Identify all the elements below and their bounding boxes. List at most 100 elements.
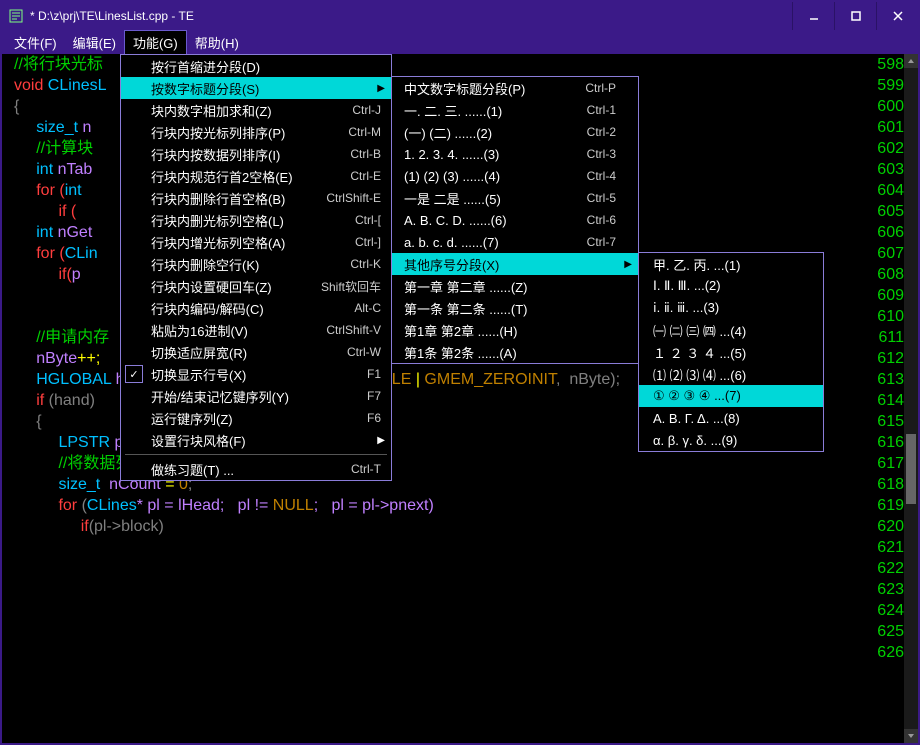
menu-item-label: 运行键序列(Z) — [151, 409, 337, 428]
menu-item[interactable]: 切换适应屏宽(R)Ctrl-W — [121, 341, 391, 363]
line-number: 606 — [864, 222, 904, 243]
menu-item[interactable]: 做练习题(T) ...Ctrl-T — [121, 458, 391, 480]
menu-item-label: １ ２ ３ ４ ...(5) — [653, 343, 809, 362]
menu-edit[interactable]: 编辑(E) — [65, 31, 124, 54]
menu-item[interactable]: 行块内增光标列空格(A)Ctrl-] — [121, 231, 391, 253]
line-number: 617 — [864, 453, 904, 474]
menu-item-label: 行块内按数据列排序(I) — [151, 145, 320, 164]
menu-item[interactable]: １ ２ ３ ４ ...(5) — [639, 341, 823, 363]
line-number: 624 — [864, 600, 904, 621]
menu-bar: 文件(F) 编辑(E) 功能(G) 帮助(H) — [2, 30, 918, 54]
menu-item[interactable]: Ⅰ. Ⅱ. Ⅲ. ...(2) — [639, 275, 823, 297]
menu-item[interactable]: Α. Β. Γ. Δ. ...(8) — [639, 407, 823, 429]
menu-item[interactable]: (一) (二) ......(2)Ctrl-2 — [392, 121, 638, 143]
menu-item[interactable]: 块内数字相加求和(Z)Ctrl-J — [121, 99, 391, 121]
menu-item[interactable]: (1) (2) (3) ......(4)Ctrl-4 — [392, 165, 638, 187]
menu-item[interactable]: 行块内删除行首空格(B)CtrlShift-E — [121, 187, 391, 209]
line-number: 626 — [864, 642, 904, 663]
menu-item-label: 其他序号分段(X) — [404, 255, 586, 274]
menu-file[interactable]: 文件(F) — [6, 31, 65, 54]
menu-item[interactable]: 开始/结束记忆键序列(Y)F7 — [121, 385, 391, 407]
close-button[interactable] — [876, 2, 918, 30]
menu-item[interactable]: a. b. c. d. ......(7)Ctrl-7 — [392, 231, 638, 253]
maximize-button[interactable] — [834, 2, 876, 30]
app-icon — [8, 8, 24, 24]
line-number: 615 — [864, 411, 904, 432]
menu-item[interactable]: 一是 二是 ......(5)Ctrl-5 — [392, 187, 638, 209]
menu-item[interactable]: 行块内设置硬回车(Z)Shift软回车 — [121, 275, 391, 297]
menu-item-label: 行块内编码/解码(C) — [151, 299, 324, 318]
line-number: 613 — [864, 369, 904, 390]
menu-item-hotkey: Ctrl-3 — [587, 147, 616, 161]
menu-item-label: Ⅰ. Ⅱ. Ⅲ. ...(2) — [653, 278, 809, 294]
menu-item[interactable]: 设置行块风格(F)▶ — [121, 429, 391, 451]
menu-item[interactable]: ① ② ③ ④ ...(7) — [639, 385, 823, 407]
menu-item[interactable]: 行块内删光标列空格(L) Ctrl-[ — [121, 209, 391, 231]
menu-item[interactable]: 行块内按数据列排序(I) Ctrl-B — [121, 143, 391, 165]
scroll-up-icon[interactable] — [904, 54, 918, 68]
window-title: * D:\z\prj\TE\LinesList.cpp - TE — [30, 9, 792, 23]
menu-item[interactable]: 按行首缩进分段(D) — [121, 55, 391, 77]
menu-item-hotkey: CtrlShift-V — [326, 323, 381, 337]
menu-function[interactable]: 功能(G) — [124, 30, 187, 54]
menu-item-label: Α. Β. Γ. Δ. ...(8) — [653, 411, 809, 426]
menu-item-label: 按数字标题分段(S) — [151, 79, 351, 98]
menu-item-hotkey: CtrlShift-E — [326, 191, 381, 205]
title-bar[interactable]: * D:\z\prj\TE\LinesList.cpp - TE — [2, 2, 918, 30]
menu-item[interactable]: 粘贴为16进制(V)CtrlShift-V — [121, 319, 391, 341]
menu-item[interactable]: 行块内规范行首2空格(E)Ctrl-E — [121, 165, 391, 187]
menu-item-label: 一是 二是 ......(5) — [404, 189, 557, 208]
line-number-gutter: 5985996006016026036046056066076086096106… — [864, 54, 904, 663]
menu-item[interactable]: ⑴ ⑵ ⑶ ⑷ ...(6) — [639, 363, 823, 385]
menu-item-hotkey: Ctrl-[ — [355, 213, 381, 227]
menu-item[interactable]: 第1章 第2章 ......(H) — [392, 319, 638, 341]
line-number: 604 — [864, 180, 904, 201]
scroll-thumb[interactable] — [906, 434, 916, 504]
line-number: 610 — [864, 306, 904, 327]
line-number: 614 — [864, 390, 904, 411]
menu-item[interactable]: 中文数字标题分段(P)Ctrl-P — [392, 77, 638, 99]
menu-help[interactable]: 帮助(H) — [187, 31, 247, 54]
menu-item-label: 行块内删光标列空格(L) — [151, 211, 325, 230]
menu-item-hotkey: Ctrl-M — [348, 125, 381, 139]
menu-item[interactable]: 第一章 第二章 ......(Z) — [392, 275, 638, 297]
line-number: 607 — [864, 243, 904, 264]
line-number: 598 — [864, 54, 904, 75]
line-number: 601 — [864, 117, 904, 138]
menu-item[interactable]: 其他序号分段(X)▶ — [392, 253, 638, 275]
menu-item[interactable]: 第1条 第2条 ......(A) — [392, 341, 638, 363]
menu-item[interactable]: 按数字标题分段(S)▶ — [121, 77, 391, 99]
app-window: * D:\z\prj\TE\LinesList.cpp - TE 文件(F) 编… — [0, 0, 920, 745]
line-number: 600 — [864, 96, 904, 117]
menu-item-label: 开始/结束记忆键序列(Y) — [151, 387, 337, 406]
menu-item-hotkey: Ctrl-] — [355, 235, 381, 249]
menu-item[interactable]: ✓切换显示行号(X)F1 — [121, 363, 391, 385]
menu-item[interactable]: 行块内编码/解码(C) Alt-C — [121, 297, 391, 319]
menu-item[interactable]: 行块内删除空行(K)Ctrl-K — [121, 253, 391, 275]
menu-item[interactable]: A. B. C. D. ......(6)Ctrl-6 — [392, 209, 638, 231]
menu-item[interactable]: 运行键序列(Z)F6 — [121, 407, 391, 429]
vertical-scrollbar[interactable] — [904, 54, 918, 743]
menu-item-label: 行块内按光标列排序(P) — [151, 123, 318, 142]
menu-item[interactable]: α. β. γ. δ. ...(9) — [639, 429, 823, 451]
menu-item-label: 行块内删除空行(K) — [151, 255, 320, 274]
menu-item[interactable]: ㈠ ㈡ ㈢ ㈣ ...(4) — [639, 319, 823, 341]
menu-item[interactable]: 第一条 第二条 ......(T) — [392, 297, 638, 319]
menu-item[interactable]: 甲. 乙. 丙. ...(1) — [639, 253, 823, 275]
minimize-button[interactable] — [792, 2, 834, 30]
scroll-down-icon[interactable] — [904, 729, 918, 743]
menu-item-label: 按行首缩进分段(D) — [151, 57, 351, 76]
menu-item-label: ㈠ ㈡ ㈢ ㈣ ...(4) — [653, 321, 809, 340]
menu-item-hotkey: Ctrl-B — [350, 147, 381, 161]
line-number: 603 — [864, 159, 904, 180]
menu-item-label: 块内数字相加求和(Z) — [151, 101, 322, 120]
menu-item-label: ① ② ③ ④ ...(7) — [653, 388, 809, 404]
editor-area[interactable]: //将行块光标 void CLinesL { size_t n //计算块 in… — [2, 54, 918, 743]
menu-item-hotkey: Alt-C — [354, 301, 381, 315]
menu-item[interactable]: ⅰ. ⅱ. ⅲ. ...(3) — [639, 297, 823, 319]
menu-item-label: 第一条 第二条 ......(T) — [404, 299, 586, 318]
menu-item-hotkey: Ctrl-2 — [587, 125, 616, 139]
menu-item[interactable]: 行块内按光标列排序(P) Ctrl-M — [121, 121, 391, 143]
menu-item[interactable]: 一. 二. 三. ......(1)Ctrl-1 — [392, 99, 638, 121]
menu-item[interactable]: 1. 2. 3. 4. ......(3)Ctrl-3 — [392, 143, 638, 165]
